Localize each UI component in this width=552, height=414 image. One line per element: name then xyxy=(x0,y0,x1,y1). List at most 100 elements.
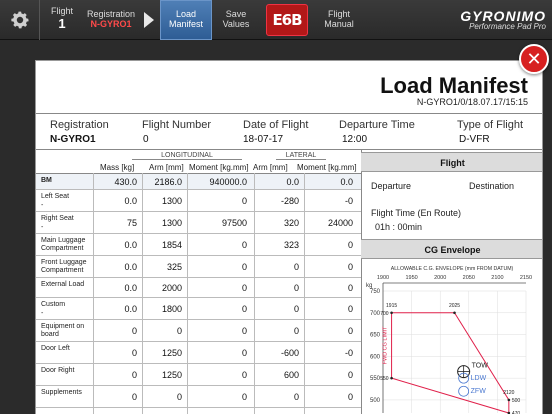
type-of-flight-value[interactable]: D-VFR xyxy=(459,134,490,145)
cg-envelope-polygon xyxy=(391,312,510,414)
y-tick-label: 650 xyxy=(370,333,381,339)
col-divider xyxy=(93,173,94,414)
table-cell: 24000 xyxy=(327,217,353,228)
longitudinal-group-header: LONGITUDINAL xyxy=(132,152,242,160)
registration-value: N-GYRO1 xyxy=(50,134,96,145)
ldw-label: LDW xyxy=(471,375,487,382)
envelope-vertex xyxy=(507,398,511,402)
table-cell[interactable]: 0 xyxy=(132,370,137,380)
row-label: Front Luggage Compartment xyxy=(41,259,87,275)
flight-number-value[interactable]: 0 xyxy=(143,134,149,145)
play-button[interactable] xyxy=(138,0,160,40)
envelope-point-label: 2120 xyxy=(503,390,514,396)
table-cell: 323 xyxy=(283,239,299,250)
table-cell[interactable]: 0.0 xyxy=(124,283,137,293)
row-label: BM xyxy=(41,177,52,184)
table-row: Equipment on board 0 0 0 0 0 xyxy=(36,320,361,342)
flight-panel: Flight Departure Destination Flight Time… xyxy=(361,152,542,238)
row-sub-label: - xyxy=(41,224,44,231)
table-cell[interactable]: 0.0 xyxy=(124,240,137,250)
tow-label: TOW xyxy=(472,363,489,370)
table-row: Front Luggage Compartment 0.0 325 0 0 0 xyxy=(36,256,361,278)
e6b-logo: E6B xyxy=(272,10,302,29)
date-value[interactable]: 18-07-17 xyxy=(243,134,283,145)
col-long-moment: Moment [kg.mm] xyxy=(189,163,249,172)
flight-selector[interactable]: Flight 1 xyxy=(40,0,84,40)
registration-header: Registration xyxy=(50,119,109,131)
departure-label[interactable]: Departure xyxy=(371,181,411,191)
flight-time-value[interactable]: 01h : 00min xyxy=(375,222,422,232)
table-cell: 1250 xyxy=(161,347,182,358)
row-label: External Load xyxy=(41,281,85,288)
table-cell: 1300 xyxy=(161,195,182,206)
table-cell[interactable]: 2186.0 xyxy=(154,177,182,187)
table-cell: 0 xyxy=(241,282,247,293)
row-sub-label: - xyxy=(41,202,44,209)
row-label: Equipment on board xyxy=(41,323,85,339)
gear-icon xyxy=(10,11,29,28)
table-cell: 600 xyxy=(283,369,299,380)
tab-load-manifest-line2: Manifest xyxy=(168,18,203,29)
type-of-flight-header: Type of Flight xyxy=(457,119,524,131)
registration-selector[interactable]: Registration N-GYRO1 xyxy=(84,0,138,40)
table-cell: 0 xyxy=(241,261,247,272)
table-cell: 0 xyxy=(347,261,353,272)
table-cell[interactable]: 0 xyxy=(132,348,137,358)
table-cell[interactable]: 0.0 xyxy=(124,304,137,314)
flight-manual-button[interactable]: Flight Manual xyxy=(314,0,364,40)
top-toolbar: Flight 1 Registration N-GYRO1 Load Manif… xyxy=(0,0,552,40)
divider xyxy=(36,149,542,150)
table-cell: 0 xyxy=(241,391,247,402)
close-icon: ✕ xyxy=(526,48,542,69)
table-cell: 0 xyxy=(241,303,247,314)
table-cell: -0 xyxy=(344,347,353,358)
table-cell: 0 xyxy=(241,239,247,250)
row-label: Door Left xyxy=(41,345,70,352)
row-label: Right Seat xyxy=(41,215,74,222)
table-cell: 0 xyxy=(241,195,247,206)
table-cell[interactable]: 0.0 xyxy=(340,177,353,187)
x-tick-label: 1950 xyxy=(405,275,417,281)
table-cell[interactable]: 75 xyxy=(127,218,137,228)
y-tick-label: 500 xyxy=(370,398,381,404)
cg-envelope-chart: ALLOWABLE C.G. ENVELOPE (mm FROM DATUM)k… xyxy=(366,266,532,414)
table-cell[interactable]: 940000.0 xyxy=(209,177,247,187)
flight-manual-line2: Manual xyxy=(324,18,354,29)
save-values-button[interactable]: Save Values xyxy=(212,0,260,40)
table-cell: -0 xyxy=(344,195,353,206)
close-button[interactable]: ✕ xyxy=(519,44,549,74)
table-cell: 1800 xyxy=(161,303,182,314)
settings-button[interactable] xyxy=(0,0,40,40)
destination-label[interactable]: Destination xyxy=(469,181,514,191)
table-cell: 0 xyxy=(293,261,299,272)
table-cell[interactable]: 0 xyxy=(132,392,137,402)
row-sub-label: - xyxy=(41,310,44,317)
date-header: Date of Flight xyxy=(243,119,309,131)
table-cell[interactable]: 0.0 xyxy=(124,262,137,272)
col-divider xyxy=(304,173,305,414)
zfw-marker xyxy=(458,385,470,397)
col-divider xyxy=(187,173,188,414)
table-cell[interactable]: 0.0 xyxy=(124,196,137,206)
registration-value: N-GYRO1 xyxy=(90,18,132,29)
manifest-sheet: Load Manifest N-GYRO1/0/18.07.17/15:15 R… xyxy=(35,60,543,414)
table-cell[interactable]: 0.0 xyxy=(286,177,299,187)
tab-load-manifest[interactable]: Load Manifest xyxy=(160,0,212,40)
chart-title: ALLOWABLE C.G. ENVELOPE (mm FROM DATUM) xyxy=(391,266,514,272)
row-label: Main Luggage Compartment xyxy=(41,237,86,253)
table-cell: 1250 xyxy=(161,369,182,380)
y-tick-label: 700 xyxy=(370,311,381,317)
table-cell: 320 xyxy=(283,217,299,228)
table-cell: 97500 xyxy=(221,217,247,228)
y-tick-label: 600 xyxy=(370,354,381,360)
table-cell[interactable]: 0 xyxy=(132,326,137,336)
table-cell: 0 xyxy=(347,325,353,336)
departure-time-value[interactable]: 12:00 xyxy=(342,134,367,145)
y-tick-label: 750 xyxy=(370,289,381,295)
departure-time-header: Departure Time xyxy=(339,119,415,131)
envelope-point-label: 700 xyxy=(380,311,389,317)
table-cell[interactable]: 430.0 xyxy=(114,177,137,187)
e6b-button[interactable]: E6B xyxy=(266,3,308,36)
table-cell: 0 xyxy=(293,282,299,293)
table-cell: 0 xyxy=(347,369,353,380)
